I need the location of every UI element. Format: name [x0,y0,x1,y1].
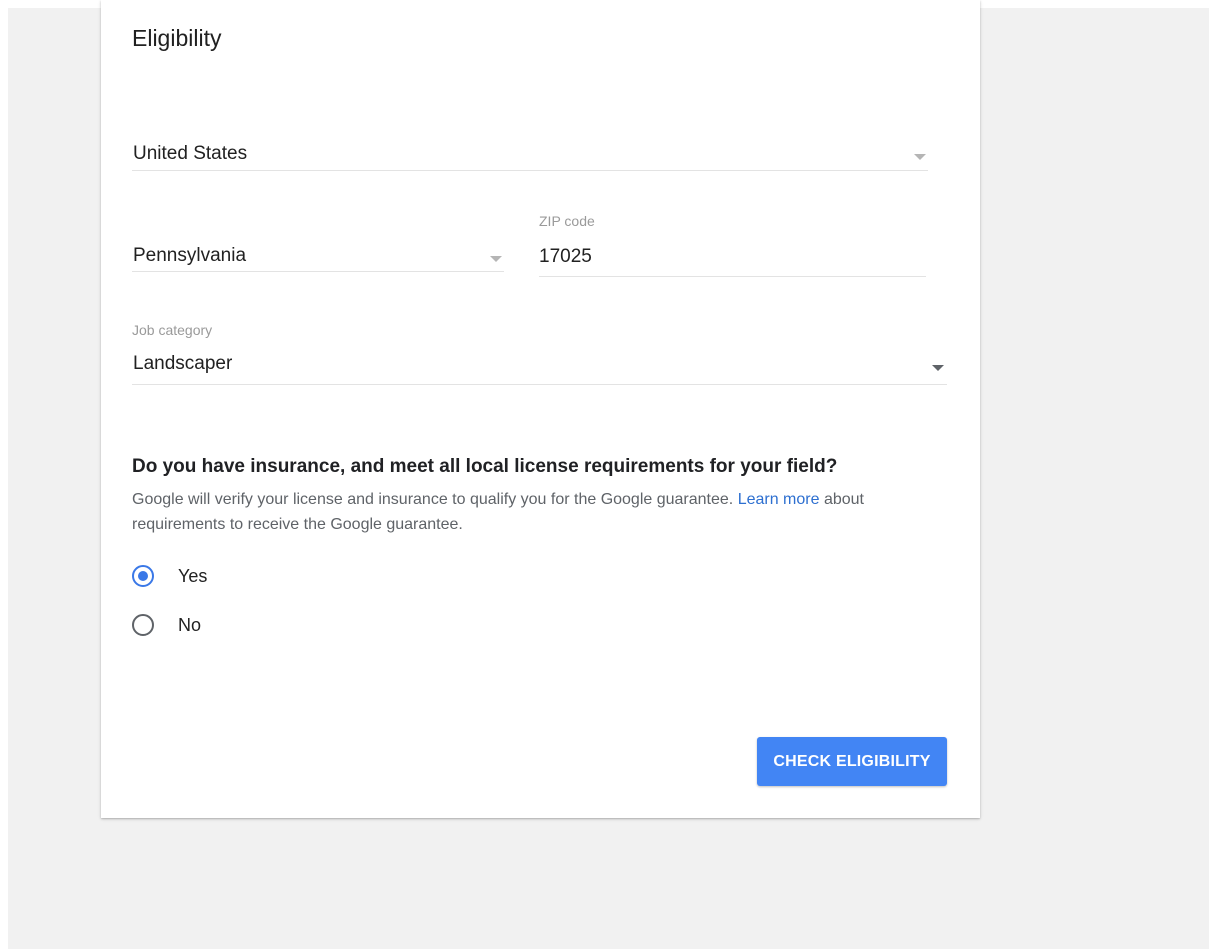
description-text-start: Google will verify your license and insu… [132,491,738,508]
country-select-value: United States [133,143,248,164]
radio-unselected-icon[interactable] [132,614,154,636]
zip-code-label: ZIP code [539,213,595,229]
learn-more-link[interactable]: Learn more [738,491,820,508]
dropdown-arrow-icon [914,154,926,160]
radio-label-yes: Yes [178,565,208,586]
country-select[interactable]: United States [132,138,928,171]
insurance-description: Google will verify your license and insu… [132,487,932,537]
job-category-select[interactable]: Landscaper [132,346,947,385]
check-eligibility-button[interactable]: CHECK ELIGIBILITY [757,737,947,786]
insurance-question-heading: Do you have insurance, and meet all loca… [132,456,838,477]
job-category-label: Job category [132,322,213,338]
state-select[interactable]: Pennsylvania [132,239,504,272]
zip-code-value: 17025 [539,246,592,267]
radio-option-no[interactable]: No [132,612,201,638]
zip-code-input[interactable]: 17025 [539,240,926,277]
radio-selected-icon[interactable] [132,565,154,587]
state-select-value: Pennsylvania [133,245,247,266]
job-category-value: Landscaper [133,353,233,374]
dropdown-arrow-icon [490,256,502,262]
dropdown-arrow-icon [932,365,944,371]
radio-option-yes[interactable]: Yes [132,563,207,589]
radio-label-no: No [178,614,202,635]
card-title: Eligibility [132,25,222,51]
eligibility-card: Eligibility United States Pennsylvania Z… [101,0,980,818]
